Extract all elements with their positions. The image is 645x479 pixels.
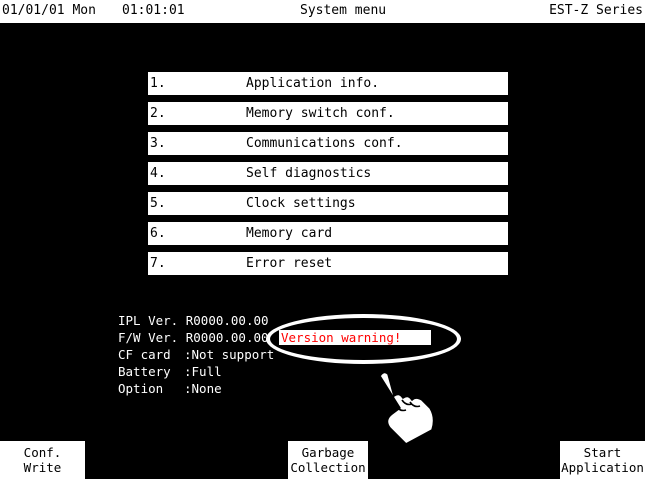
cf-card-label: CF card: [118, 347, 171, 362]
pointing-hand-icon: [379, 371, 435, 445]
battery-label: Battery: [118, 364, 171, 379]
menu-item-number: 4.: [150, 166, 166, 181]
menu-item-clock-settings[interactable]: 5. Clock settings: [148, 192, 508, 215]
menu-item-memory-card[interactable]: 6. Memory card: [148, 222, 508, 245]
menu-item-label: Memory card: [246, 226, 333, 241]
menu-item-label: Communications conf.: [246, 136, 403, 151]
menu-item-number: 7.: [150, 256, 166, 271]
menu-item-label: Application info.: [246, 76, 380, 91]
menu-item-label: Error reset: [246, 256, 333, 271]
option-value: None: [191, 381, 222, 396]
start-application-button[interactable]: Start Application: [558, 441, 645, 479]
option-row: Option:None: [118, 380, 222, 397]
menu-item-number: 3.: [150, 136, 166, 151]
menu-item-number: 2.: [150, 106, 166, 121]
ipl-version-row: IPL Ver. R0000.00.00: [118, 312, 269, 329]
battery-value: Full: [191, 364, 222, 379]
fw-version-row: F/W Ver. R0000.00.00: [118, 329, 269, 346]
battery-row: Battery:Full: [118, 363, 222, 380]
time-label: 01:01:01: [122, 3, 185, 18]
date-label: 01/01/01 Mon: [2, 3, 96, 18]
menu-item-number: 5.: [150, 196, 166, 211]
garbage-collection-button[interactable]: Garbage Collection: [286, 441, 370, 479]
title-bar: 01/01/01 Mon 01:01:01 System menu EST-Z …: [0, 0, 645, 24]
fw-version-value: R0000.00.00: [185, 330, 269, 345]
cf-card-row: CF card:Not support: [118, 346, 274, 363]
ipl-version-value: R0000.00.00: [185, 313, 269, 328]
button-label-line: Start: [583, 445, 622, 460]
ipl-version-label: IPL Ver.: [118, 313, 179, 328]
cf-card-value: Not support: [191, 347, 275, 362]
separator-colon: :: [184, 347, 192, 362]
menu-item-communications-conf[interactable]: 3. Communications conf.: [148, 132, 508, 155]
series-label: EST-Z Series: [549, 3, 643, 18]
button-label-line: Write: [23, 460, 62, 475]
button-label-line: Garbage: [301, 445, 355, 460]
menu-item-number: 1.: [150, 76, 166, 91]
separator-colon: :: [184, 364, 192, 379]
page-title: System menu: [300, 3, 387, 18]
menu-item-self-diagnostics[interactable]: 4. Self diagnostics: [148, 162, 508, 185]
button-label-line: Application: [561, 460, 644, 475]
menu-item-memory-switch-conf[interactable]: 2. Memory switch conf.: [148, 102, 508, 125]
conf-write-button[interactable]: Conf. Write: [0, 441, 87, 479]
menu-item-error-reset[interactable]: 7. Error reset: [148, 252, 508, 275]
separator-colon: :: [184, 381, 192, 396]
highlight-ellipse: [266, 314, 461, 364]
menu-item-label: Self diagnostics: [246, 166, 372, 181]
menu-item-label: Clock settings: [246, 196, 356, 211]
menu-item-number: 6.: [150, 226, 166, 241]
option-label: Option: [118, 381, 164, 396]
button-label-line: Conf.: [23, 445, 62, 460]
fw-version-label: F/W Ver.: [118, 330, 179, 345]
button-label-line: Collection: [290, 460, 366, 475]
menu-item-label: Memory switch conf.: [246, 106, 395, 121]
menu-item-application-info[interactable]: 1. Application info.: [148, 72, 508, 95]
